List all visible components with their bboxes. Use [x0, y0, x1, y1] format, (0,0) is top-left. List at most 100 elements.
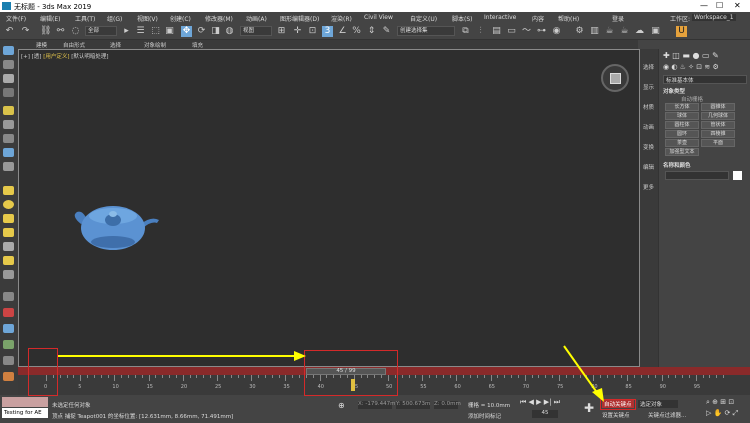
tab-populate[interactable]: 填充 — [192, 41, 203, 49]
cylinder-icon[interactable] — [3, 214, 14, 223]
minimize-button[interactable]: — — [700, 1, 708, 10]
bind-spacewarp-icon[interactable]: ◌ — [70, 26, 81, 37]
unlink-icon[interactable]: ⚯ — [55, 26, 66, 37]
lights-icon[interactable] — [3, 106, 14, 115]
region-select-icon[interactable]: ⬚ — [150, 26, 161, 37]
snaps-toggle-icon[interactable]: 3 — [322, 26, 333, 37]
systems-icon[interactable] — [3, 162, 14, 171]
create-category-icons[interactable]: ◉ ◐ ♨ ✧ ⊡ ≋ ⚙ — [663, 63, 719, 71]
text-plus-button[interactable]: 加强型文本 — [665, 148, 699, 156]
object-name-field[interactable] — [665, 171, 729, 180]
sun-icon[interactable] — [3, 256, 14, 265]
hierarchy-icon[interactable] — [3, 88, 14, 97]
menu-graph-editors[interactable]: 图形编辑器(D) — [280, 14, 319, 23]
select-by-name-icon[interactable]: ☰ — [135, 26, 146, 37]
render-setup-icon[interactable]: ⚙ — [574, 26, 585, 37]
cone-icon[interactable] — [3, 242, 14, 251]
menu-customize[interactable]: 自定义(U) — [410, 14, 437, 23]
selection-filter-dropdown[interactable]: 全部 — [85, 26, 117, 36]
move-icon[interactable]: ✛ — [292, 26, 303, 37]
menu-content[interactable]: 内容 — [532, 14, 544, 23]
perspective-viewport[interactable]: [+] [透] [用户定义] [默认明暗处理] — [18, 49, 640, 367]
menu-interactive[interactable]: Interactive — [484, 14, 516, 21]
redo-icon[interactable]: ↷ — [20, 26, 31, 37]
shading-icon[interactable] — [3, 324, 14, 333]
undo-icon[interactable]: ↶ — [4, 26, 15, 37]
keyboard-shortcut-override-icon[interactable]: ⊡ — [307, 26, 318, 37]
menu-create[interactable]: 创建(C) — [170, 14, 191, 23]
plane-button[interactable]: 平面 — [701, 139, 735, 147]
character-icon[interactable] — [3, 356, 14, 365]
plane-icon[interactable] — [3, 270, 14, 279]
align-icon[interactable]: ⫶ — [475, 26, 486, 37]
cone-button[interactable]: 圆锥体 — [701, 103, 735, 111]
menu-civil-view[interactable]: Civil View — [364, 14, 393, 21]
command-panel-tab-icons[interactable]: ✚ ◫ ▬ ● ▭ ✎ — [663, 51, 719, 60]
tab-freeform[interactable]: 自由形式 — [63, 41, 85, 49]
tab-selection[interactable]: 选择 — [110, 41, 121, 49]
strip-material[interactable]: 材质 — [643, 103, 654, 111]
tab-modeling[interactable]: 建模 — [36, 41, 47, 49]
layer-explorer-icon[interactable]: ▤ — [491, 26, 502, 37]
helpers-icon[interactable] — [3, 134, 14, 143]
render-shortcuts-icon[interactable]: ▣ — [650, 26, 661, 37]
render-cloud-icon[interactable]: ☁ — [634, 26, 645, 37]
menu-group[interactable]: 组(G) — [107, 14, 122, 23]
schematic-view-icon[interactable]: ⊶ — [536, 26, 547, 37]
link-icon[interactable]: ⛓ — [40, 26, 51, 37]
viewcube[interactable] — [601, 64, 629, 92]
viewport-navigation-icons-2[interactable]: ▷ ✋ ⟳ ⤢ — [706, 409, 738, 418]
window-crossing-icon[interactable]: ▣ — [164, 26, 175, 37]
workspace-dropdown[interactable]: Workspace_1 — [692, 14, 736, 21]
tab-object-paint[interactable]: 对象绘制 — [144, 41, 166, 49]
maxscript-listener[interactable]: Testing for AE — [2, 408, 48, 418]
select-rotate-icon[interactable]: ⟳ — [196, 26, 207, 37]
name-color-header[interactable]: 名称和颜色 — [663, 161, 691, 169]
tube-button[interactable]: 管状体 — [701, 121, 735, 129]
viewport-label[interactable]: [+] [透] [用户定义] [默认明暗处理] — [21, 52, 109, 60]
torus-button[interactable]: 圆环 — [665, 130, 699, 138]
sphere-icon[interactable] — [3, 200, 14, 209]
playback-controls[interactable]: ⏮ ◀ ▶ ▶| ⏭ — [520, 398, 560, 407]
maximize-button[interactable]: ☐ — [716, 1, 723, 10]
viewcube-face[interactable] — [610, 73, 621, 84]
close-button[interactable]: ✕ — [734, 1, 741, 10]
named-selection-sets-dropdown[interactable]: 创建选择集 — [397, 26, 455, 36]
lock-selection-icon[interactable]: ⊕ — [338, 401, 345, 410]
pivot-center-icon[interactable]: ⊞ — [276, 26, 287, 37]
teapot-button[interactable]: 茶壶 — [665, 139, 699, 147]
edit-named-selection-icon[interactable]: ✎ — [381, 26, 392, 37]
strip-animation[interactable]: 动画 — [643, 123, 654, 131]
particle-icon[interactable] — [3, 308, 14, 317]
z-coordinate-field[interactable]: Z: 0.0mm — [434, 401, 461, 409]
create-icon[interactable] — [3, 46, 14, 55]
render-iterative-icon[interactable]: ☕ — [619, 26, 630, 37]
y-coordinate-field[interactable]: Y: 500.673m — [396, 401, 430, 409]
menu-animation[interactable]: 动画(A) — [246, 14, 267, 23]
menu-edit[interactable]: 编辑(E) — [40, 14, 60, 23]
select-move-icon[interactable]: ✥ — [181, 26, 192, 37]
autodesk-app-icon[interactable]: U — [676, 26, 687, 37]
set-key-button[interactable]: 设置关键点 — [602, 411, 630, 419]
render-production-icon[interactable]: ☕ — [604, 26, 615, 37]
spacewarps-icon[interactable] — [3, 148, 14, 157]
material-editor-icon[interactable]: ◉ — [551, 26, 562, 37]
viewport-navigation-icons[interactable]: ⌕ ⊕ ⊞ ⊡ — [706, 398, 734, 407]
modify-icon[interactable] — [3, 74, 14, 83]
select-object-icon[interactable]: ▸ — [121, 26, 132, 37]
menu-tools[interactable]: 工具(T) — [75, 14, 95, 23]
sphere-button[interactable]: 球体 — [665, 112, 699, 120]
curve-editor-icon[interactable]: 〜 — [521, 26, 532, 37]
strip-select[interactable]: 选择 — [643, 63, 654, 71]
menu-view[interactable]: 视图(V) — [137, 14, 158, 23]
x-coordinate-field[interactable]: X: -179.447m — [358, 401, 395, 409]
place-icon[interactable]: ◍ — [224, 26, 235, 37]
menu-help[interactable]: 帮助(H) — [558, 14, 579, 23]
mirror-icon[interactable]: ⧉ — [460, 26, 471, 37]
maxscript-mini-listener[interactable] — [2, 397, 48, 407]
box-button[interactable]: 长方体 — [665, 103, 699, 111]
login-button[interactable]: 登录 — [612, 14, 624, 23]
torus-icon[interactable] — [3, 228, 14, 237]
add-time-tag[interactable]: 添加时间标记 — [468, 412, 501, 420]
object-color-swatch[interactable] — [733, 171, 742, 180]
